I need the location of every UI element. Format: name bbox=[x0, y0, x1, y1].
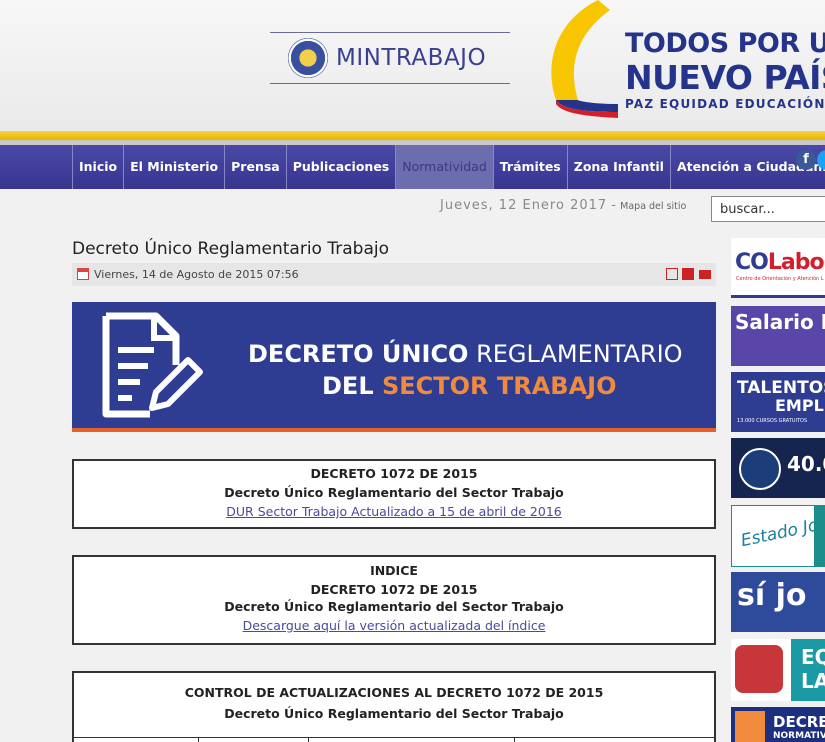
eq-line2: LA bbox=[801, 669, 825, 693]
talentos-line1: TALENTOS bbox=[737, 378, 825, 398]
banner-line1-rest: REGLAMENTARIO bbox=[476, 340, 683, 368]
sidebar-banner-primeros-empleos[interactable]: 40.0 bbox=[731, 438, 825, 498]
facebook-icon[interactable]: f bbox=[796, 150, 816, 170]
coat-of-arms-icon bbox=[288, 38, 328, 78]
sidebar-banner-estado-joven[interactable]: Estado Joven bbox=[731, 505, 825, 567]
document-icon bbox=[735, 711, 765, 742]
sidebar-banner-colabora[interactable]: COLabor Centro de Orientación y Atención… bbox=[731, 238, 825, 298]
dur-updated-link[interactable]: DUR Sector Trabajo Actualizado a 15 de a… bbox=[226, 504, 561, 519]
index-box-heading: INDICE bbox=[370, 563, 418, 578]
hands-icon bbox=[735, 645, 783, 693]
slogan-line2: NUEVO PAÍS bbox=[625, 58, 825, 97]
calendar-icon bbox=[77, 268, 89, 280]
index-box-title: DECRETO 1072 DE 2015 bbox=[310, 582, 478, 597]
talentos-line2: EMPLEO bbox=[775, 396, 825, 415]
slogan-line1: TODOS POR UN bbox=[625, 28, 825, 59]
nav-item-prensa[interactable]: Prensa bbox=[224, 145, 286, 189]
updates-table bbox=[74, 737, 714, 742]
eq-line1: EQ bbox=[801, 645, 825, 669]
nav-item-publicaciones[interactable]: Publicaciones bbox=[285, 145, 396, 189]
date-row: Jueves, 12 Enero 2017 - Mapa del sitio bbox=[440, 198, 686, 213]
pdf-icon[interactable] bbox=[666, 268, 678, 280]
current-date: Jueves, 12 Enero 2017 bbox=[440, 198, 608, 213]
index-box-subtitle: Decreto Único Reglamentario del Sector T… bbox=[224, 599, 564, 614]
banner-line2-white: DEL bbox=[322, 372, 374, 400]
banner-line1: DECRETO ÚNICO REGLAMENTARIO bbox=[248, 340, 683, 368]
banner-line1-bold: DECRETO ÚNICO bbox=[248, 340, 469, 368]
page: MINTRABAJO TODOS POR UN NUEVO PAÍS PAZ E… bbox=[0, 0, 825, 742]
index-download-link[interactable]: Descargue aquí la versión actualizada de… bbox=[243, 618, 546, 633]
primeros-empleos-seal-icon bbox=[739, 448, 781, 490]
header-gold-line bbox=[0, 131, 825, 140]
colabora-co: CO bbox=[735, 250, 769, 275]
sidebar-banner-talentos[interactable]: TALENTOS EMPLEO 13.000 CURSOS GRATUITOS bbox=[731, 372, 825, 432]
sidebar-banner-si-jo[interactable]: sí jo bbox=[731, 572, 825, 632]
article-meta: Viernes, 14 de Agosto de 2015 07:56 bbox=[72, 263, 716, 286]
primeros-text: 40.0 bbox=[787, 452, 825, 476]
date-separator: - bbox=[611, 198, 616, 213]
sitemap-link[interactable]: Mapa del sitio bbox=[620, 201, 686, 212]
page-title: Decreto Único Reglamentario Trabajo bbox=[72, 239, 389, 259]
banner-line2: DEL SECTOR TRABAJO bbox=[322, 372, 617, 400]
document-pencil-icon bbox=[102, 312, 203, 418]
colombia-flag-swoosh-icon bbox=[551, 0, 618, 118]
decree-box: DECRETO 1072 DE 2015 Decreto Único Regla… bbox=[72, 459, 716, 529]
sidebar-banner-salario[interactable]: Salario M bbox=[731, 306, 825, 366]
nav-item-el-ministerio[interactable]: El Ministerio bbox=[123, 145, 224, 189]
decree-box-subtitle: Decreto Único Reglamentario del Sector T… bbox=[224, 485, 564, 500]
email-icon[interactable] bbox=[699, 270, 711, 279]
nav-item-inicio[interactable]: Inicio bbox=[72, 145, 123, 189]
nav-item-zona-infantil[interactable]: Zona Infantil bbox=[566, 145, 670, 189]
decree-banner: DECRETO ÚNICO REGLAMENTARIO DEL SECTOR T… bbox=[72, 302, 716, 432]
brand-name: MINTRABAJO bbox=[336, 45, 487, 71]
nav-item-normatividad[interactable]: Normatividad bbox=[395, 145, 493, 189]
si-jo-text: sí jo bbox=[737, 578, 807, 613]
published-date: Viernes, 14 de Agosto de 2015 07:56 bbox=[94, 268, 299, 281]
slogan-line3: PAZ EQUIDAD EDUCACIÓN bbox=[625, 97, 825, 111]
colabora-rest: Labor bbox=[767, 250, 825, 275]
main-nav: Inicio El Ministerio Prensa Publicacione… bbox=[0, 145, 825, 189]
search-input[interactable] bbox=[711, 196, 825, 222]
updates-box: CONTROL DE ACTUALIZACIONES AL DECRETO 10… bbox=[72, 671, 716, 742]
decreto-line2: NORMATIV bbox=[773, 731, 825, 741]
updates-box-title: CONTROL DE ACTUALIZACIONES AL DECRETO 10… bbox=[184, 685, 604, 700]
sidebar-banner-equidad[interactable]: EQ LA bbox=[731, 639, 825, 701]
index-box: INDICE DECRETO 1072 DE 2015 Decreto Únic… bbox=[72, 555, 716, 645]
site-header: MINTRABAJO TODOS POR UN NUEVO PAÍS PAZ E… bbox=[0, 0, 825, 138]
nav-item-tramites[interactable]: Trámites bbox=[492, 145, 567, 189]
salario-text: Salario M bbox=[735, 310, 825, 334]
talentos-line3: 13.000 CURSOS GRATUITOS bbox=[737, 418, 808, 424]
colabora-subtitle: Centro de Orientación y Atención L bbox=[736, 276, 824, 282]
decree-box-title: DECRETO 1072 DE 2015 bbox=[310, 466, 478, 481]
mintrabajo-logo[interactable]: MINTRABAJO bbox=[270, 32, 510, 84]
print-icon[interactable] bbox=[682, 268, 694, 280]
decreto-line1: DECRET bbox=[773, 713, 825, 731]
estado-joven-text: Estado Joven bbox=[739, 508, 825, 552]
banner-line2-orange: SECTOR TRABAJO bbox=[381, 372, 617, 400]
sidebar-banner-decreto[interactable]: DECRET NORMATIV bbox=[731, 707, 825, 742]
updates-box-subtitle: Decreto Único Reglamentario del Sector T… bbox=[224, 706, 564, 721]
